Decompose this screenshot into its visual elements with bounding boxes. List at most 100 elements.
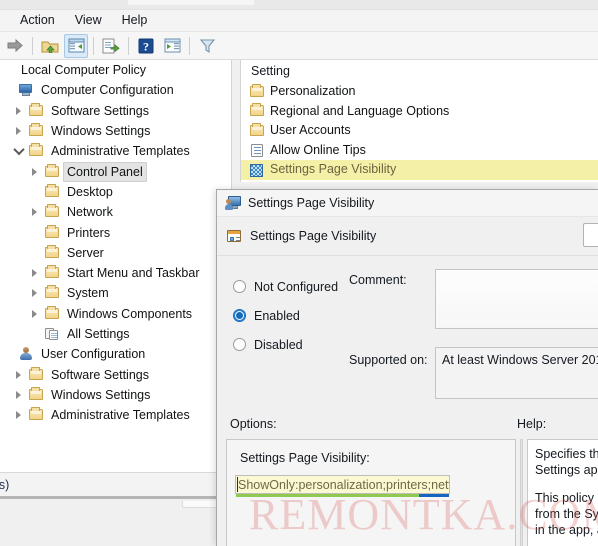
tree-item-label: Software Settings	[51, 103, 149, 118]
folder-icon	[27, 386, 45, 403]
radio-button[interactable]	[233, 338, 246, 351]
tree-twisty-spacer	[26, 324, 43, 344]
toolbar-separator	[32, 36, 33, 55]
radio-label: Not Configured	[254, 279, 339, 294]
tree-item[interactable]: Windows Settings	[0, 385, 231, 405]
chevron-right-icon[interactable]	[26, 263, 43, 283]
list-item[interactable]: Personalization	[241, 82, 598, 102]
chevron-right-icon[interactable]	[26, 202, 43, 222]
chevron-right-icon[interactable]	[10, 405, 27, 425]
toolbar-separator	[93, 36, 94, 55]
gpedit-monitor-icon	[225, 195, 242, 211]
tree-item[interactable]: Server	[0, 243, 231, 263]
menu-view[interactable]: View	[65, 11, 112, 30]
tree-item-label: Desktop	[67, 184, 113, 199]
policy-state-radio-group: Not Configured Enabled Disabled	[233, 272, 361, 359]
tree-item[interactable]: Start Menu and Taskbar	[0, 263, 231, 283]
radio-button[interactable]	[233, 280, 246, 293]
folder-icon	[43, 265, 61, 281]
tree-item[interactable]: Administrative Templates	[0, 405, 231, 425]
dialog-title-text: Settings Page Visibility	[248, 196, 375, 210]
dialog-heading-bar: Settings Page Visibility	[217, 217, 598, 256]
chevron-right-icon[interactable]	[10, 365, 27, 385]
titlebar-ghost	[128, 0, 254, 5]
chevron-right-icon[interactable]	[10, 101, 27, 121]
folder-icon	[248, 83, 266, 100]
tree-item[interactable]: All Settings	[0, 324, 231, 344]
help-icon[interactable]: ?	[134, 34, 158, 58]
chevron-right-icon[interactable]	[10, 121, 27, 141]
list-item-label: Regional and Language Options	[270, 103, 450, 118]
tree-item-label: Windows Settings	[51, 387, 151, 402]
settings-list-pane[interactable]: Setting Personalization Regional and Lang…	[240, 60, 598, 182]
list-item[interactable]: Settings Page Visibility	[241, 160, 598, 180]
list-item[interactable]: User Accounts	[241, 121, 598, 141]
tree-item[interactable]: Software Settings	[0, 101, 231, 121]
chevron-down-icon[interactable]	[10, 141, 27, 161]
folder-icon	[27, 366, 45, 383]
radio-button[interactable]	[233, 309, 246, 322]
tree-twisty-spacer	[26, 182, 43, 202]
options-help-splitter[interactable]	[520, 439, 523, 546]
tree-item-label: Printers	[67, 225, 111, 240]
console-tree-pane[interactable]: Local Computer Policy Computer Configurat…	[0, 60, 232, 472]
comment-label: Comment:	[349, 273, 407, 287]
tree-item[interactable]: Software Settings	[0, 364, 231, 384]
window-titlebar-strip	[0, 0, 598, 10]
chevron-right-icon[interactable]	[10, 385, 27, 405]
tree-item-label: Network	[67, 205, 113, 220]
tree-item[interactable]: Windows Settings	[0, 121, 231, 141]
folder-icon	[43, 163, 61, 180]
tree-item-label: Software Settings	[51, 367, 149, 382]
tree-twisty-spacer	[0, 344, 17, 364]
show-hide-action-pane-icon[interactable]	[160, 34, 184, 58]
chevron-right-icon[interactable]	[26, 162, 43, 182]
menu-action[interactable]: Action	[10, 11, 65, 30]
settings-page-visibility-input[interactable]: ShowOnly:personalization;printers;netwo	[235, 475, 450, 494]
filter-icon[interactable]	[195, 34, 219, 58]
spellcheck-underline	[236, 494, 449, 497]
list-item-label: User Accounts	[270, 123, 351, 138]
tree-item[interactable]: Computer Configuration	[0, 80, 231, 100]
all-settings-icon	[43, 326, 61, 342]
list-item-label: Settings Page Visibility	[268, 161, 399, 179]
folder-icon	[43, 204, 61, 220]
list-item-label: Allow Online Tips	[270, 142, 366, 157]
tree-twisty-spacer	[26, 243, 43, 263]
tree-item[interactable]: Printers	[0, 222, 231, 242]
chevron-right-icon[interactable]	[26, 283, 43, 303]
help-text-box[interactable]: Specifies the Settings app This policy a fr…	[527, 439, 598, 546]
radio-label: Enabled	[254, 308, 300, 323]
tree-item[interactable]: Control Panel	[0, 161, 231, 182]
tree-item[interactable]: Administrative Templates	[0, 141, 231, 161]
forward-arrow-icon[interactable]	[3, 34, 27, 58]
screenshot-root: Action View Help ? Local Computer Policy…	[0, 0, 598, 546]
folder-icon	[43, 224, 61, 241]
radio-enabled[interactable]: Enabled	[233, 301, 361, 330]
list-column-header-setting[interactable]: Setting	[241, 60, 598, 82]
export-list-icon[interactable]	[99, 34, 123, 58]
options-label: Options:	[230, 417, 277, 431]
tree-item[interactable]: Local Computer Policy	[0, 60, 231, 80]
folder-icon	[27, 123, 45, 139]
tree-item[interactable]: Desktop	[0, 182, 231, 202]
list-item[interactable]: Regional and Language Options	[241, 102, 598, 122]
previous-setting-button[interactable]	[583, 223, 598, 247]
radio-not-configured[interactable]: Not Configured	[233, 272, 361, 301]
tree-twisty-spacer	[0, 80, 17, 100]
list-item[interactable]: Allow Online Tips	[241, 141, 598, 161]
up-one-level-folder-icon[interactable]	[38, 34, 62, 58]
show-hide-console-tree-icon[interactable]	[64, 33, 88, 58]
tree-item[interactable]: User Configuration	[0, 344, 231, 364]
tree-item[interactable]: Windows Components	[0, 304, 231, 324]
tree-item[interactable]: Network	[0, 202, 231, 222]
menu-help[interactable]: Help	[112, 11, 158, 30]
policy-window-icon	[226, 228, 242, 244]
chevron-right-icon[interactable]	[26, 304, 43, 324]
policy-icon	[248, 142, 266, 158]
tree-item-label: Windows Settings	[51, 124, 151, 139]
radio-disabled[interactable]: Disabled	[233, 330, 361, 359]
comment-textarea[interactable]	[435, 269, 598, 329]
tree-item[interactable]: System	[0, 283, 231, 303]
help-paragraph: This policy a from the Sys in the app, a	[535, 490, 598, 538]
